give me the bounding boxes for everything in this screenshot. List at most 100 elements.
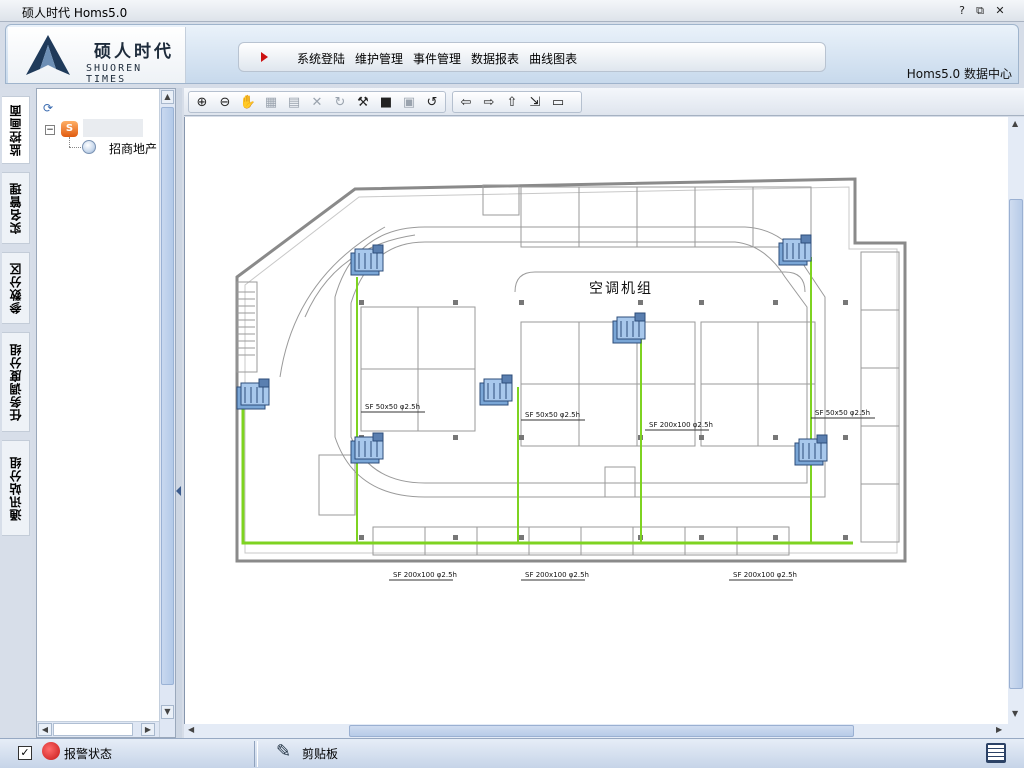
canvas-horizontal-scrollbar[interactable]: ◀ ▶ (184, 724, 1024, 738)
app-header: 硕人时代 SHUOREN TIMES 系统登陆 维护管理 事件管理 数据报表 曲… (5, 24, 1019, 85)
tree-item-label[interactable]: 招商地产 (109, 140, 157, 157)
parking-stall (578, 186, 638, 248)
pipe-spec-label: SF 200x100 φ2.5h (733, 571, 797, 579)
logo-icon (26, 35, 70, 75)
page-export-icon[interactable]: ⇲ (526, 93, 544, 111)
menu-item-events[interactable]: 事件管理 (413, 50, 461, 67)
tab-param-zone[interactable]: 参数分区 (2, 252, 30, 324)
scroll-right-arrow-icon[interactable]: ▶ (996, 725, 1002, 734)
alarm-checkbox[interactable]: ✓ (18, 746, 32, 760)
structural-column (699, 300, 704, 305)
scroll-right-arrow-icon[interactable]: ▶ (141, 723, 155, 736)
air-conditioning-unit-icon (479, 374, 513, 406)
parking-stall (417, 306, 476, 370)
data-center-label: Homs5.0 数据中心 (906, 67, 1012, 81)
layout-grid-icon[interactable] (986, 743, 1006, 763)
stop-icon[interactable]: ■ (377, 93, 395, 111)
air-conditioning-unit-icon (778, 234, 812, 266)
tab-realname[interactable]: 实名管理 (2, 172, 30, 244)
menu-item-charts[interactable]: 曲线图表 (529, 50, 577, 67)
parking-stall (700, 321, 759, 385)
parking-stall (694, 186, 754, 248)
menu-items: 系统登陆 维护管理 事件管理 数据报表 曲线图表 (297, 50, 577, 67)
scroll-up-arrow-icon[interactable]: ▲ (1012, 119, 1018, 128)
site-globe-icon[interactable] (82, 140, 96, 154)
canvas-hscroll-thumb[interactable] (349, 725, 854, 737)
parking-stall (684, 526, 738, 556)
pipe-spec-label: SF 50x50 φ2.5h (365, 403, 420, 411)
tab-monitor-label: 监控画面 (9, 104, 23, 156)
logo-text-en: SHUOREN TIMES (86, 63, 143, 85)
pan-hand-icon[interactable]: ✋ (239, 93, 257, 111)
tab-comm-station-label: 通讯站分组 (9, 455, 23, 521)
parking-stall (476, 526, 530, 556)
tree-connector (69, 147, 83, 148)
drawing-canvas[interactable]: 空调机组 SF 50x50 φ2.5h SF 50x50 φ2.5h SF 200x1… (184, 117, 1008, 724)
tab-task-schedule[interactable]: 任务调度分组 (2, 332, 30, 432)
main-menu: 系统登陆 维护管理 事件管理 数据报表 曲线图表 (238, 42, 826, 72)
refresh-icon[interactable]: ⟳ (43, 101, 53, 115)
structural-column (519, 300, 524, 305)
structural-column (843, 535, 848, 540)
air-conditioning-unit-icon (350, 432, 384, 464)
tools-icon[interactable]: ⚒ (354, 93, 372, 111)
scroll-left-arrow-icon[interactable]: ◀ (188, 725, 194, 734)
close-button[interactable]: ✕ (992, 3, 1008, 18)
help-button[interactable]: ? (954, 3, 970, 18)
menu-item-reports[interactable]: 数据报表 (471, 50, 519, 67)
grid-icon[interactable]: ▤ (285, 93, 303, 111)
tree-scroll-thumb[interactable] (161, 107, 174, 685)
tab-task-schedule-label: 任务调度分组 (9, 343, 23, 421)
tree-hscroll-thumb[interactable] (53, 723, 133, 736)
tree-root-label[interactable] (83, 119, 143, 137)
rotate-icon[interactable]: ↻ (331, 93, 349, 111)
edit-pen-icon[interactable]: ✎ (276, 741, 291, 762)
scroll-down-arrow-icon[interactable]: ▼ (161, 705, 174, 719)
parking-stall (636, 186, 696, 248)
forward-arrow-icon[interactable]: ⇨ (480, 93, 498, 111)
folder-up-icon[interactable]: ⇧ (503, 93, 521, 111)
structural-column (773, 435, 778, 440)
tab-comm-station[interactable]: 通讯站分组 (2, 440, 30, 536)
zoom-out-icon[interactable]: ⊖ (216, 93, 234, 111)
menu-item-login[interactable]: 系统登陆 (297, 50, 345, 67)
menu-item-maintenance[interactable]: 维护管理 (355, 50, 403, 67)
air-conditioning-unit-icon (612, 312, 646, 344)
panel-splitter[interactable] (176, 88, 182, 738)
tab-monitor[interactable]: 监控画面 (2, 96, 30, 164)
structural-column (699, 535, 704, 540)
back-arrow-icon[interactable]: ⇦ (457, 93, 475, 111)
edit-icon[interactable]: ▦ (262, 93, 280, 111)
monitor-icon[interactable]: ▭ (549, 93, 567, 111)
zoom-in-icon[interactable]: ⊕ (193, 93, 211, 111)
parking-stall (860, 425, 900, 485)
parking-stall (700, 383, 759, 447)
refresh-green-icon[interactable]: ↺ (423, 93, 441, 111)
structural-column (773, 300, 778, 305)
structural-column (843, 300, 848, 305)
canvas-vertical-scrollbar[interactable]: ▲ ▼ (1008, 117, 1024, 724)
room (482, 184, 520, 216)
restore-button[interactable]: ⧉ (972, 3, 988, 18)
parking-stall (860, 367, 900, 427)
status-bar: ✓ 报警状态 ✎ 剪贴板 (0, 738, 1024, 768)
tree-horizontal-scrollbar[interactable]: ◀ ▶ (37, 721, 159, 737)
structural-column (453, 435, 458, 440)
canvas-vscroll-thumb[interactable] (1009, 199, 1023, 689)
tree-collapse-toggle[interactable]: − (45, 125, 55, 135)
lane-curve (514, 271, 806, 293)
parking-stall (520, 321, 580, 385)
scroll-down-arrow-icon[interactable]: ▼ (1012, 709, 1018, 718)
scroll-up-arrow-icon[interactable]: ▲ (161, 90, 174, 104)
structural-column (699, 435, 704, 440)
scroll-left-arrow-icon[interactable]: ◀ (38, 723, 52, 736)
collapse-arrow-icon[interactable] (176, 486, 181, 496)
structural-column (453, 535, 458, 540)
tree-vertical-scrollbar[interactable]: ▲ ▼ (159, 89, 175, 737)
structural-column (519, 435, 524, 440)
image-icon[interactable]: ▣ (400, 93, 418, 111)
delete-icon[interactable]: ✕ (308, 93, 326, 111)
tree-root-icon[interactable]: S (61, 121, 78, 137)
clipboard-label[interactable]: 剪贴板 (302, 745, 338, 762)
pipe-spec-label: SF 200x100 φ2.5h (649, 421, 713, 429)
